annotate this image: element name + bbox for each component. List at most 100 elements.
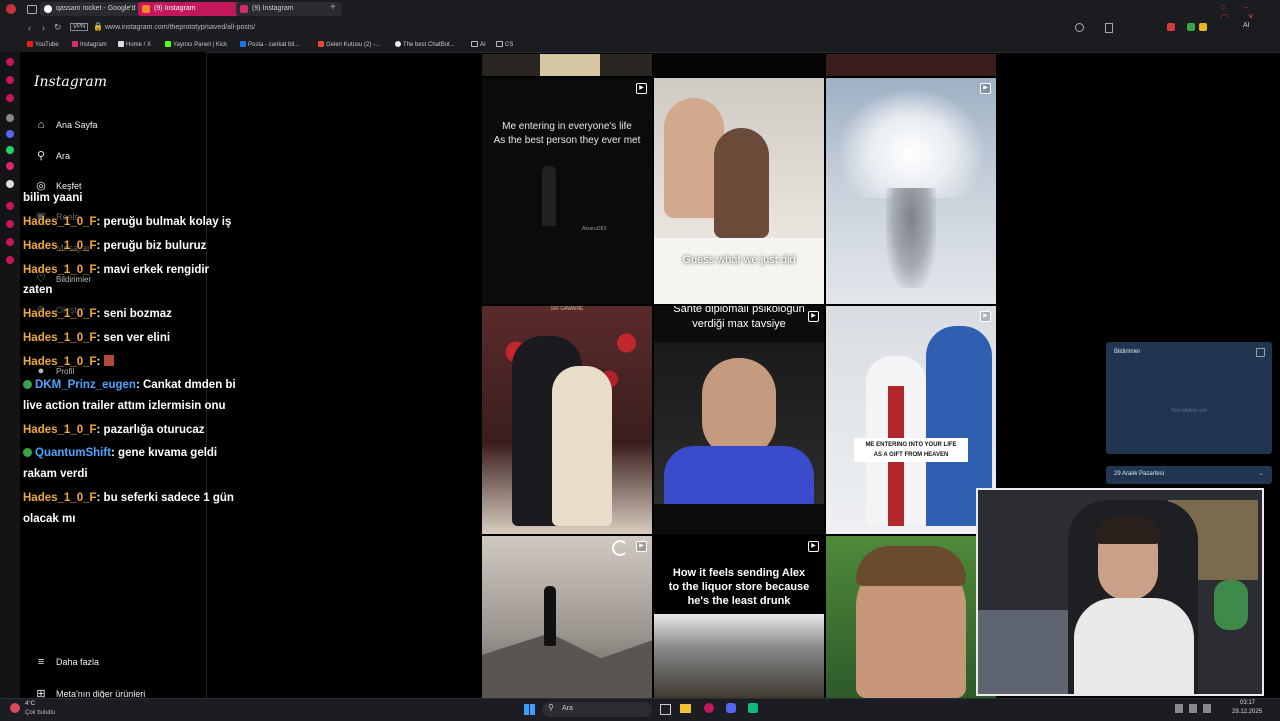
bookmark-chatbot[interactable]: The best ChatBot...: [395, 39, 455, 51]
post-caption: How it feels sending Alex to the liquor …: [668, 567, 810, 607]
bookmark-youtube[interactable]: YouTube: [27, 39, 59, 51]
post-thumbnail[interactable]: [482, 54, 652, 76]
bookmark-kick[interactable]: Yayıncı Paneli | Kick: [165, 39, 227, 51]
app-icon-green[interactable]: [748, 703, 758, 713]
instagram-rail-icon[interactable]: [6, 58, 14, 66]
weather-icon[interactable]: [10, 703, 20, 713]
chat-message: Hades_1_0_F:: [23, 354, 114, 370]
zoom-icon[interactable]: [1075, 23, 1084, 32]
back-icon[interactable]: ‹: [28, 23, 31, 33]
person-right: [714, 128, 769, 238]
system-tray[interactable]: [1175, 704, 1223, 713]
chat-message: Hades_1_0_F: sen ver elini: [23, 332, 171, 344]
bookmark-icon[interactable]: [1105, 23, 1113, 33]
chat-message: live action trailer attım izlermisin onu: [23, 400, 226, 412]
chat-message: bilim yaani: [23, 192, 83, 204]
hair-shape: [856, 546, 966, 586]
notification-center: Bildirimler Yeni bildirim yok: [1106, 342, 1272, 454]
chevron-down-icon[interactable]: ⌄: [1258, 469, 1264, 477]
url-field[interactable]: www.instagram.com/theprototyp/saved/all-…: [105, 24, 255, 31]
reload-icon[interactable]: ↻: [54, 22, 62, 33]
subscriber-badge-icon: [23, 448, 32, 457]
extension-icon-green[interactable]: [1187, 23, 1195, 31]
rail-icon-red[interactable]: [6, 238, 14, 246]
toolbar-extensions[interactable]: AI: [1075, 22, 1270, 33]
no-notifications-text: Yeni bildirim yok: [1171, 408, 1207, 414]
post-thumbnail[interactable]: [826, 536, 996, 698]
extension-icon-red[interactable]: [1167, 23, 1175, 31]
bookmark-instagram[interactable]: Instagram: [72, 39, 107, 51]
ai-button[interactable]: AI: [1243, 22, 1250, 29]
discord-icon[interactable]: [726, 703, 736, 713]
chatgpt-icon: [395, 41, 401, 47]
messenger-rail-icon[interactable]: [6, 76, 14, 84]
x-icon: [118, 41, 124, 47]
post-thumbnail[interactable]: ▶ How it feels sending Alex to the liquo…: [654, 536, 824, 698]
windows-start-icon[interactable]: [524, 704, 535, 715]
webcam-overlay: [976, 488, 1264, 696]
rail-icon-red[interactable]: [6, 202, 14, 210]
bed-shape: [978, 610, 1068, 694]
chat-message: DKM_Prinz_eugen: Cankat dmden bi: [23, 377, 236, 393]
stream-chat-overlay: bilim yaani Hades_1_0_F: peruğu bulmak k…: [0, 0, 236, 525]
bookmark-gmail[interactable]: Gelen Kutusu (2) -...: [318, 39, 380, 51]
taskbar-search[interactable]: ⚲ Ara: [542, 702, 652, 717]
face-shape: [702, 358, 776, 458]
instagram-icon: [72, 41, 78, 47]
settings-rail-icon[interactable]: [6, 114, 14, 122]
nav-search[interactable]: ⚲ Ara: [34, 146, 70, 166]
new-tab-button[interactable]: +: [330, 2, 336, 13]
chat-message: Hades_1_0_F: seni bozmaz: [23, 308, 172, 320]
bookmark-x[interactable]: Home / X: [118, 39, 151, 51]
tab-instagram[interactable]: (9) Instagram: [236, 2, 342, 16]
tab-google[interactable]: qassam rocket - Google'd: [40, 2, 148, 16]
vpn-badge[interactable]: VPN: [70, 23, 89, 31]
post-thumbnail[interactable]: ▶: [826, 78, 996, 304]
search-icon: ⚲: [548, 703, 554, 712]
outlook-icon: [240, 41, 246, 47]
nav-home[interactable]: ⌂ Ana Sayfa: [34, 115, 98, 135]
x-rail-icon[interactable]: [6, 180, 14, 188]
forward-icon[interactable]: ›: [42, 23, 45, 33]
home-icon: ⌂: [37, 119, 45, 131]
whatsapp-rail-icon[interactable]: [6, 146, 14, 154]
tab-instagram-active[interactable]: (9) Instagram: [138, 2, 246, 16]
extension-icon-yellow[interactable]: [1199, 23, 1207, 31]
instagram-rail-icon[interactable]: [6, 162, 14, 170]
folder-icon: [496, 41, 503, 47]
bookmark-folder-ai[interactable]: AI: [471, 39, 486, 51]
clock-date: 29.12.2025: [1232, 709, 1263, 715]
folder-icon: [471, 41, 478, 47]
bookmark-posta[interactable]: Posta - cankat bil...: [240, 39, 299, 51]
task-view-icon[interactable]: [660, 704, 671, 715]
address-bar: ‹ › ↻ VPN 🔒 www.instagram.com/theprototy…: [0, 18, 1280, 38]
post-thumbnail[interactable]: Guess what we just did: [654, 78, 824, 304]
post-thumbnail[interactable]: [826, 54, 996, 76]
instagram-logo[interactable]: Instagram: [34, 74, 107, 90]
notifications-title: Bildirimler: [1114, 349, 1141, 355]
gmail-icon: [318, 41, 324, 47]
windows-taskbar: 4°C Çok bulutlu ⚲ Ara 03:17 29.12.2025: [0, 698, 1280, 721]
lady-figure: [552, 366, 612, 526]
file-explorer-icon[interactable]: [680, 704, 691, 713]
google-icon: [44, 5, 52, 13]
browser-logo-icon[interactable]: [6, 4, 16, 14]
focus-settings-icon[interactable]: [1256, 348, 1265, 357]
post-thumbnail[interactable]: ▶ Me entering in everyone's life As the …: [482, 78, 652, 304]
post-thumbnail[interactable]: [654, 54, 824, 76]
sidebar-toggle-icon[interactable]: [27, 5, 37, 14]
post-thumbnail[interactable]: ▶ ME ENTERING INTO YOUR LIFE AS A GIFT F…: [826, 306, 996, 534]
rail-icon-red[interactable]: [6, 220, 14, 228]
calendar-header[interactable]: 29 Aralık Pazartesi ⌄: [1106, 466, 1272, 484]
post-thumbnail[interactable]: SIR GAWAINE: [482, 306, 652, 534]
post-thumbnail[interactable]: ▶: [482, 536, 652, 698]
discord-rail-icon[interactable]: [6, 130, 14, 138]
instagram-sidebar: Instagram ⌂ Ana Sayfa ⚲ Ara ◎ Keşfet ▣ Reels…: [20, 52, 207, 700]
nav-more[interactable]: ≡ Daha fazla: [34, 652, 99, 672]
opera-icon[interactable]: [704, 703, 714, 713]
history-rail-icon[interactable]: [6, 94, 14, 102]
rail-icon-red[interactable]: [6, 256, 14, 264]
bookmark-folder-cs[interactable]: CS: [496, 39, 513, 51]
post-thumbnail[interactable]: ▶ Sahte diplomalı psikoloğun verdiği max…: [654, 306, 824, 534]
reel-icon: ▶: [980, 311, 991, 322]
